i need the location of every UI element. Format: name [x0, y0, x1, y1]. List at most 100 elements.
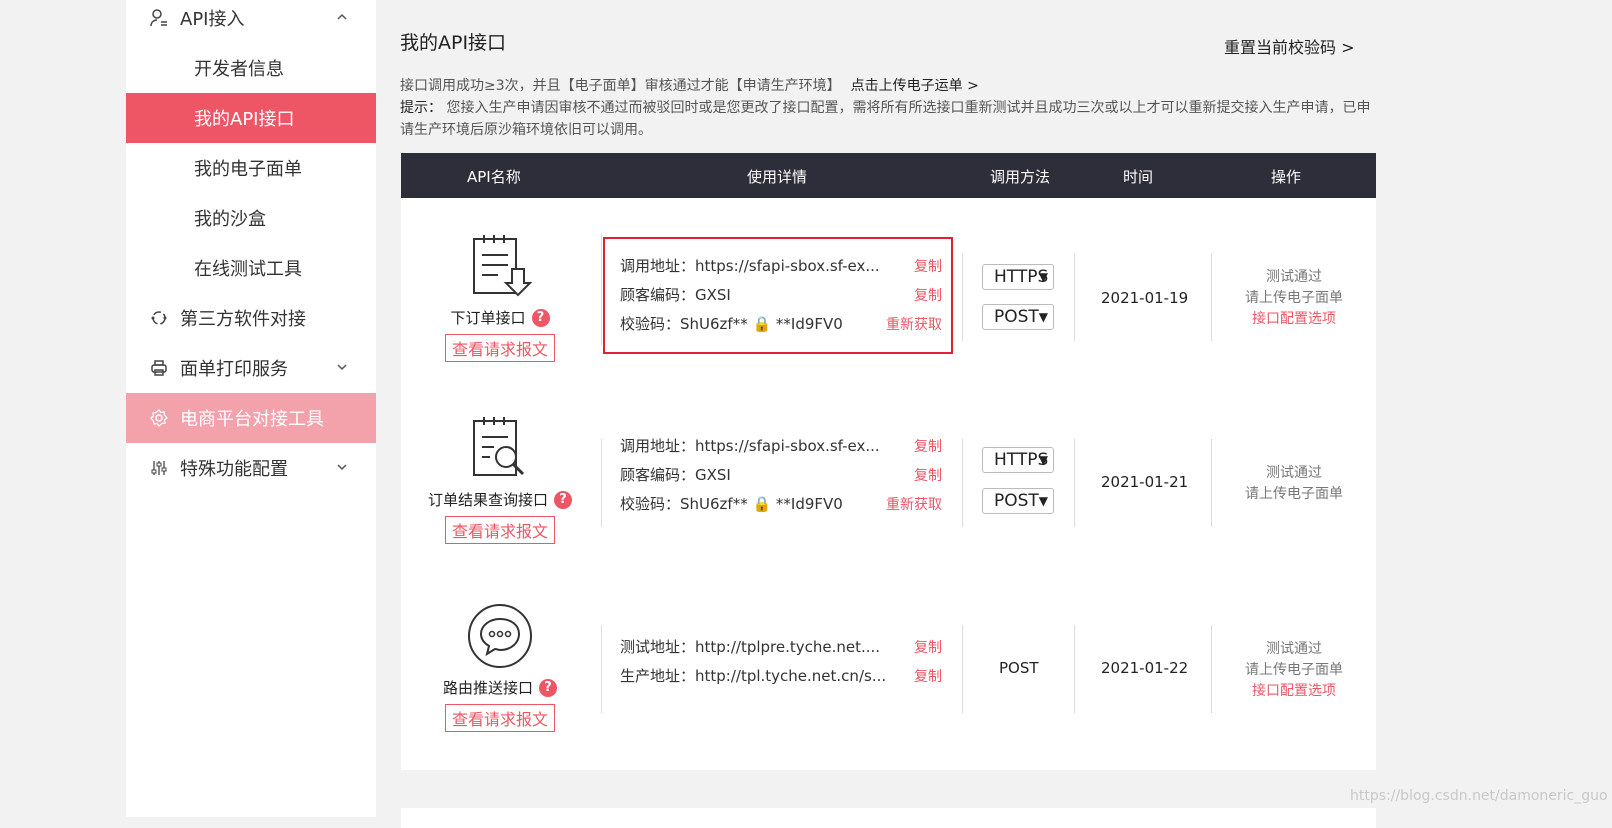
notice-requirement: 接口调用成功≥3次，并且【电子面单】审核通过才能【申请生产环境】 点击上传电子运单…	[400, 75, 979, 95]
detail-call-url: 调用地址：https://sfapi-sbox.sf-ex...	[620, 437, 880, 455]
reset-checkcode-link[interactable]: 重置当前校验码 >	[1224, 34, 1355, 58]
sidebar-item-ecommerce-tool[interactable]: 电商平台对接工具	[126, 393, 376, 443]
chevron-down-icon	[337, 364, 347, 371]
help-icon[interactable]: ?	[539, 678, 557, 697]
sidebar-item-label: 电商平台对接工具	[180, 409, 324, 430]
sidebar-item-label: 开发者信息	[194, 59, 284, 80]
view-request-button[interactable]: 查看请求报文	[444, 704, 555, 732]
upload-waybill-prompt: 请上传电子面单	[1245, 486, 1343, 502]
page-title: 我的API接口	[400, 32, 507, 54]
date-value: 2021-01-21	[1101, 473, 1189, 491]
api-name-cell: 路由推送接口? 查看请求报文	[415, 603, 585, 732]
sidebar-item-print-service[interactable]: 面单打印服务	[126, 343, 376, 393]
config-options-link[interactable]: 接口配置选项	[1214, 681, 1374, 702]
sidebar-item-my-waybill[interactable]: 我的电子面单	[126, 143, 376, 193]
help-icon[interactable]: ?	[554, 490, 572, 509]
detail-customer-code: 顾客编码：GXSI	[620, 286, 731, 304]
detail-test-url: 测试地址：http://tplpre.tyche.net....	[620, 638, 881, 656]
divider	[1074, 625, 1075, 713]
operations-cell: 测试通过 请上传电子面单 接口配置选项	[1214, 267, 1374, 330]
test-status: 测试通过	[1266, 641, 1322, 657]
column-header-api-name: API名称	[467, 168, 521, 186]
order-search-icon	[473, 417, 525, 476]
table-header: API名称 使用详情 调用方法 时间 操作	[401, 153, 1376, 198]
divider	[601, 233, 602, 345]
date-value: 2021-01-19	[1101, 289, 1189, 307]
operations-cell: 测试通过 请上传电子面单 接口配置选项	[1214, 639, 1374, 702]
api-name: 订单结果查询接口	[427, 491, 548, 509]
method-value: POST	[994, 307, 1039, 327]
divider	[601, 439, 602, 527]
sidebar-item-my-api[interactable]: 我的API接口	[126, 93, 376, 143]
api-name-cell: 下订单接口? 查看请求报文	[415, 233, 585, 362]
sidebar-item-special-config[interactable]: 特殊功能配置	[126, 443, 376, 493]
next-card	[401, 808, 1376, 828]
gear-icon	[148, 407, 170, 429]
notice-text: 接口调用成功≥3次，并且【电子面单】审核通过才能【申请生产环境】	[400, 78, 841, 94]
protocol-select[interactable]: HTTPS ▼	[982, 264, 1054, 290]
sidebar-item-label: API接入	[180, 9, 245, 30]
view-request-button[interactable]: 查看请求报文	[444, 516, 555, 544]
test-status: 测试通过	[1266, 465, 1322, 481]
view-request-button[interactable]: 查看请求报文	[444, 334, 555, 362]
sidebar-item-label: 我的沙盒	[194, 209, 266, 230]
user-icon	[148, 7, 170, 29]
refresh-checkcode-button[interactable]: 重新获取	[886, 494, 942, 514]
api-name: 下订单接口	[450, 309, 526, 327]
detail-checkcode: 校验码：ShU6zf** 🔒 **Id9FV0	[620, 495, 843, 513]
divider	[1074, 253, 1075, 341]
dropdown-caret-icon: ▼	[1038, 494, 1048, 508]
protocol-select[interactable]: HTTPS ▼	[982, 447, 1054, 473]
divider	[1211, 253, 1212, 341]
detail-production-url: 生产地址：http://tpl.tyche.net.cn/s...	[620, 667, 887, 685]
method-select[interactable]: POST ▼	[982, 488, 1054, 514]
copy-button[interactable]: 复制	[914, 285, 942, 305]
api-name: 路由推送接口	[442, 679, 533, 697]
tip-text: 您接入生产申请因审核不通过而被驳回时或是您更改了接口配置，需将所有所选接口重新测…	[400, 100, 1371, 138]
help-icon[interactable]: ?	[531, 308, 550, 327]
operations-cell: 测试通过 请上传电子面单	[1214, 463, 1374, 505]
chevron-down-icon	[337, 464, 347, 471]
divider	[962, 625, 963, 713]
sliders-icon	[148, 457, 170, 479]
api-name-cell: 订单结果查询接口? 查看请求报文	[415, 415, 585, 544]
sidebar-item-third-party[interactable]: 第三方软件对接	[126, 293, 376, 343]
date-value: 2021-01-22	[1101, 659, 1189, 677]
copy-button[interactable]: 复制	[914, 256, 942, 276]
sidebar-item-label: 特殊功能配置	[180, 459, 288, 480]
detail-checkcode: 校验码：ShU6zf** 🔒 **Id9FV0	[620, 315, 843, 333]
copy-button[interactable]: 复制	[914, 666, 942, 686]
column-header-actions: 操作	[1271, 168, 1302, 186]
sidebar-item-sandbox[interactable]: 我的沙盒	[126, 193, 376, 243]
notice-tip: 提示： 您接入生产申请因审核不通过而被驳回时或是您更改了接口配置，需将所有所选接…	[400, 97, 1380, 141]
copy-button[interactable]: 复制	[914, 637, 942, 657]
sidebar-item-api-access[interactable]: API接入	[126, 0, 376, 43]
divider	[1211, 439, 1212, 527]
copy-button[interactable]: 复制	[914, 436, 942, 456]
column-header-time: 时间	[1123, 168, 1154, 186]
upload-waybill-link[interactable]: 点击上传电子运单 >	[851, 78, 979, 94]
upload-waybill-prompt: 请上传电子面单	[1245, 290, 1343, 306]
method-value: POST	[999, 659, 1039, 677]
chat-bubble-icon	[468, 604, 532, 668]
dropdown-caret-icon: ▼	[1038, 310, 1048, 324]
watermark: https://blog.csdn.net/damoneric_guo	[1350, 788, 1608, 804]
dropdown-caret-icon: ▼	[1038, 453, 1048, 467]
divider	[962, 253, 963, 341]
sidebar-item-online-test[interactable]: 在线测试工具	[126, 243, 376, 293]
upload-waybill-prompt: 请上传电子面单	[1245, 662, 1343, 678]
config-options-link[interactable]: 接口配置选项	[1214, 309, 1374, 330]
printer-icon	[148, 357, 170, 379]
sidebar-item-label: 第三方软件对接	[180, 309, 306, 330]
dropdown-caret-icon: ▼	[1038, 270, 1048, 284]
column-header-method: 调用方法	[990, 168, 1051, 186]
divider	[601, 625, 602, 713]
sidebar-item-label: 在线测试工具	[194, 259, 302, 280]
method-select[interactable]: POST ▼	[982, 304, 1054, 330]
refresh-checkcode-button[interactable]: 重新获取	[886, 314, 942, 334]
sidebar-item-developer-info[interactable]: 开发者信息	[126, 43, 376, 93]
method-value: POST	[994, 491, 1039, 511]
copy-button[interactable]: 复制	[914, 465, 942, 485]
order-clipboard-icon	[473, 235, 532, 297]
sidebar-item-label: 我的API接口	[194, 109, 295, 130]
